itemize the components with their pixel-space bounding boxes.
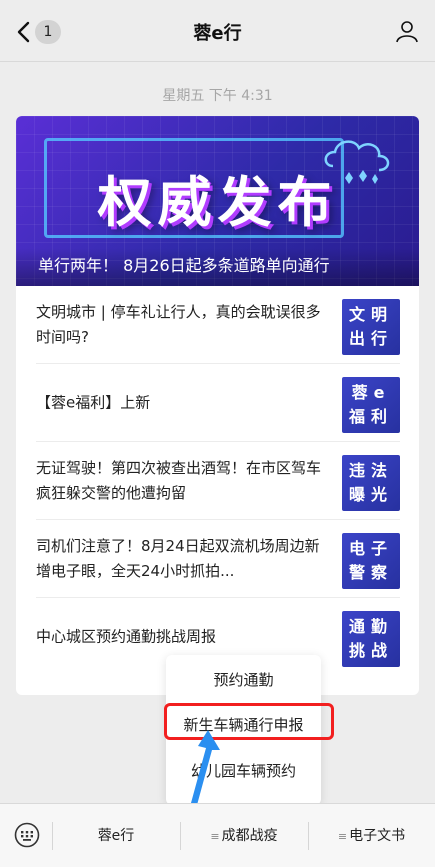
article-item[interactable]: 司机们注意了！8月24日起双流机场周边新增电子眼，全天24小时抓拍... 电子警… <box>36 520 400 598</box>
top-bar: 1 蓉e行 <box>0 0 435 62</box>
article-card: 权威发布 单行两年！ 8月26日起多条道路单向通行 文明城市 | 停车礼让行人，… <box>16 116 419 695</box>
article-thumbnail: 违法曝光 <box>342 455 400 511</box>
menu-electronic-docs[interactable]: ≡ 电子文书 <box>308 825 435 845</box>
submenu-icon: ≡ <box>210 830 220 843</box>
article-thumbnail: 电子警察 <box>342 533 400 589</box>
menu-item-commute-booking[interactable]: 预约通勤 <box>166 669 321 690</box>
hero-banner[interactable]: 权威发布 单行两年！ 8月26日起多条道路单向通行 <box>16 116 419 286</box>
article-title: 司机们注意了！8月24日起双流机场周边新增电子眼，全天24小时抓拍... <box>36 536 320 580</box>
page-title: 蓉e行 <box>193 23 242 44</box>
article-item[interactable]: 文明城市 | 停车礼让行人，真的会耽误很多时间吗? 文明出行 <box>36 286 400 364</box>
article-title: 文明城市 | 停车礼让行人，真的会耽误很多时间吗? <box>36 302 321 346</box>
hero-caption: 单行两年！ 8月26日起多条道路单向通行 <box>38 256 330 275</box>
submenu-icon: ≡ <box>337 830 348 843</box>
article-title: 中心城区预约通勤挑战周报 <box>36 627 217 646</box>
article-title: 【蓉e福利】上新 <box>36 393 151 411</box>
menu-label: 蓉e行 <box>97 828 135 844</box>
article-title: 无证驾驶！第四次被查出酒驾！在市区驾车疯狂躲交警的他遭拘留 <box>36 458 322 502</box>
menu-chengdu-epidemic[interactable]: ≡ 成都战疫 <box>180 825 308 845</box>
article-thumbnail: 文明出行 <box>342 299 400 355</box>
menu-label: 成都战疫 <box>221 828 278 844</box>
article-thumbnail: 通勤挑战 <box>342 611 400 667</box>
hero-title: 权威发布 <box>97 171 338 234</box>
menu-label: 电子文书 <box>349 828 406 844</box>
user-profile-icon[interactable] <box>395 19 419 43</box>
message-timestamp: 星期五 下午 4:31 <box>162 88 273 104</box>
keyboard-icon[interactable] <box>14 822 40 848</box>
article-item[interactable]: 【蓉e福利】上新 蓉e福利 <box>36 364 400 442</box>
hero-caption-bar: 单行两年！ 8月26日起多条道路单向通行 <box>16 248 419 286</box>
article-item[interactable]: 无证驾驶！第四次被查出酒驾！在市区驾车疯狂躲交警的他遭拘留 违法曝光 <box>36 442 400 520</box>
article-thumbnail: 蓉e福利 <box>342 377 400 433</box>
bottom-menu-bar: 蓉e行 ≡ 成都战疫 ≡ 电子文书 <box>0 803 435 867</box>
menu-rongexing[interactable]: 蓉e行 <box>52 825 180 845</box>
